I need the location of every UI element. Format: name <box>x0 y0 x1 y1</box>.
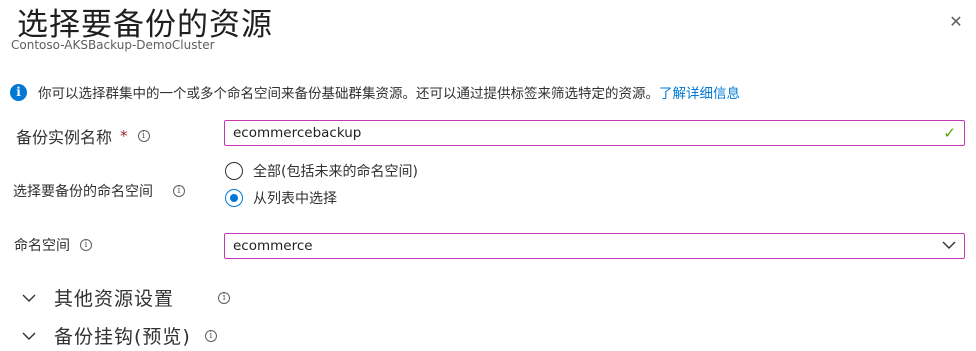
info-message: 你可以选择群集中的一个或多个命名空间来备份基础群集资源。还可以通过提供标签来筛选… <box>38 86 659 102</box>
radio-label: 全部(包括未来的命名空间) <box>253 164 418 180</box>
learn-more-link[interactable]: 了解详细信息 <box>659 86 740 102</box>
namespaces-value: ecommerce <box>233 238 313 254</box>
info-icon: i <box>10 83 27 101</box>
section-backup-hooks[interactable]: 备份挂钩(预览) i <box>22 322 217 349</box>
close-icon[interactable]: ✕ <box>946 12 966 32</box>
info-banner: i 你可以选择群集中的一个或多个命名空间来备份基础群集资源。还可以通过提供标签来… <box>10 82 740 102</box>
namespaces-label-row: 命名空间 i <box>14 234 92 256</box>
chevron-down-icon <box>22 332 36 340</box>
info-hint-icon[interactable]: i <box>173 185 185 197</box>
namespace-radio-group: 全部(包括未来的命名空间) 从列表中选择 <box>225 160 418 209</box>
namespace-choice-label: 选择要备份的命名空间 <box>13 184 153 200</box>
page-subtitle: Contoso-AKSBackup-DemoCluster <box>11 38 215 52</box>
backup-instance-name-input[interactable]: ecommercebackup ✓ <box>224 120 965 146</box>
info-hint-icon[interactable]: i <box>204 329 217 342</box>
radio-option-from-list[interactable]: 从列表中选择 <box>225 187 418 209</box>
radio-button-selected[interactable] <box>225 189 243 207</box>
section-label: 其他资源设置 <box>54 288 175 310</box>
section-additional-resource-settings[interactable]: 其他资源设置 i <box>22 284 231 311</box>
chevron-down-icon <box>22 294 36 302</box>
radio-option-all[interactable]: 全部(包括未来的命名空间) <box>225 160 418 182</box>
backup-instance-label: 备份实例名称 <box>16 128 113 147</box>
info-hint-icon[interactable]: i <box>218 291 231 304</box>
info-hint-icon[interactable]: i <box>137 130 150 142</box>
info-text: 你可以选择群集中的一个或多个命名空间来备份基础群集资源。还可以通过提供标签来筛选… <box>38 82 740 102</box>
check-icon: ✓ <box>943 124 956 142</box>
backup-instance-label-row: 备份实例名称 * i <box>16 124 150 148</box>
namespace-choice-label-row: 选择要备份的命名空间 i <box>13 180 185 202</box>
backup-instance-value: ecommercebackup <box>233 125 362 141</box>
namespaces-dropdown[interactable]: ecommerce <box>224 233 965 259</box>
chevron-down-icon <box>942 241 956 249</box>
radio-button[interactable] <box>225 162 243 180</box>
info-hint-icon[interactable]: i <box>80 239 92 251</box>
radio-label: 从列表中选择 <box>253 191 337 207</box>
namespaces-label: 命名空间 <box>14 238 70 254</box>
required-marker: * <box>120 127 128 145</box>
section-label: 备份挂钩(预览) <box>54 326 191 348</box>
